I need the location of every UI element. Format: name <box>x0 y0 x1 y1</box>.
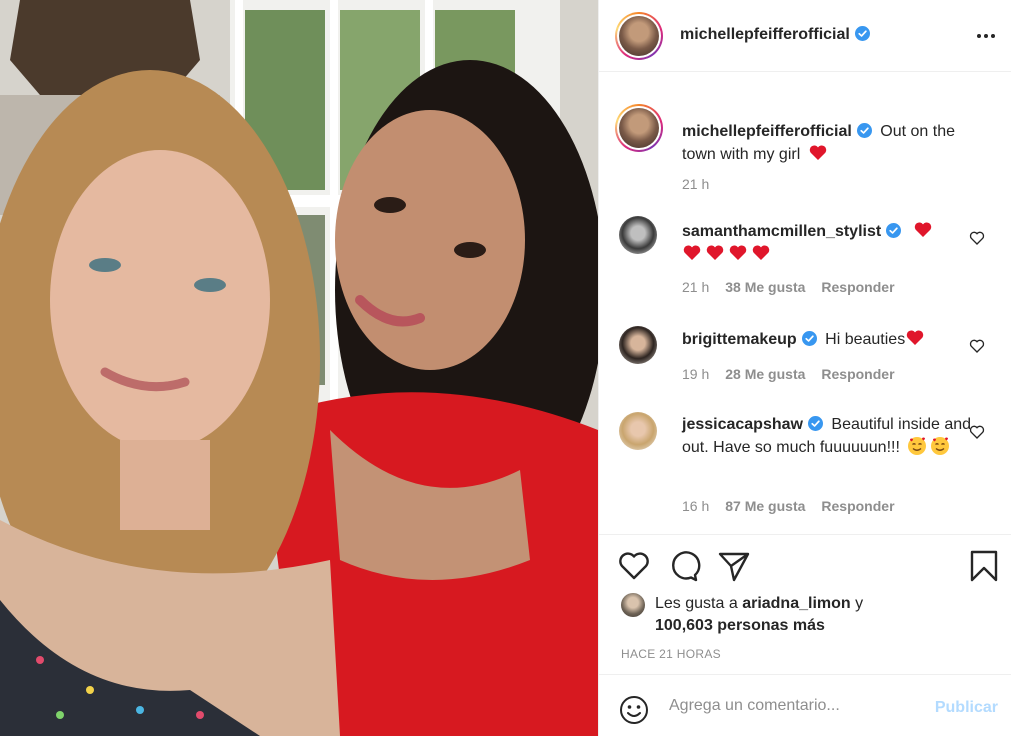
author-avatar[interactable] <box>615 12 663 60</box>
commenter-username[interactable]: brigittemakeup <box>682 331 817 348</box>
verified-badge-icon <box>854 26 870 41</box>
verified-badge-icon <box>886 223 902 238</box>
emoji-picker-icon[interactable] <box>619 695 649 725</box>
commenter-username[interactable]: samanthamcmillen_stylist <box>682 223 902 240</box>
selfie-illustration <box>0 0 598 736</box>
like-comment-heart-icon[interactable] <box>969 338 985 354</box>
smiling-face-with-hearts-emoji-icon <box>908 437 927 455</box>
comment-meta: 19 h 28 Me gusta Responder <box>682 366 895 382</box>
add-comment-bar: Publicar <box>599 674 1011 736</box>
red-heart-emoji-icon <box>683 245 701 260</box>
post-photo[interactable] <box>0 0 598 736</box>
publish-button[interactable]: Publicar <box>935 699 998 717</box>
verified-badge-icon <box>807 416 823 431</box>
caption-avatar[interactable] <box>615 104 663 152</box>
comment-meta: 21 h 38 Me gusta Responder <box>682 279 895 295</box>
post-timestamp[interactable]: HACE 21 HORAS <box>621 647 721 661</box>
caption-time: 21 h <box>682 176 710 192</box>
comment-text-block: brigittemakeup Hi beauties <box>682 328 982 351</box>
red-heart-emoji-icon <box>914 222 931 237</box>
red-heart-emoji-icon <box>729 245 747 260</box>
comment-item: samanthamcmillen_stylist 21 h 38 Me gusta… <box>615 216 1000 296</box>
save-bookmark-icon[interactable] <box>967 549 1001 583</box>
commenter-username[interactable]: jessicacapshaw <box>682 416 823 433</box>
liker-avatar[interactable] <box>621 593 645 617</box>
reply-button[interactable]: Responder <box>821 366 894 382</box>
caption-username[interactable]: michellepfeifferofficial <box>682 123 872 140</box>
like-heart-icon[interactable] <box>617 549 651 583</box>
verified-badge-icon <box>801 331 817 346</box>
red-heart-emoji-icon <box>752 245 770 260</box>
post-header: michellepfeifferofficial <box>599 0 1011 72</box>
comment-input[interactable] <box>669 697 919 715</box>
comment-text-block: samanthamcmillen_stylist <box>682 220 982 266</box>
caption-comment: michellepfeifferofficial Out on the town… <box>615 104 1000 192</box>
comment-text: Hi beauties <box>825 331 906 348</box>
post-actions: Les gusta a ariadna_limon y 100,603 pers… <box>599 534 1011 664</box>
caption-text-block: michellepfeifferofficial Out on the town… <box>682 121 982 166</box>
comment-item: jessicacapshaw Beautiful inside and out.… <box>615 412 1000 522</box>
comment-time: 16 h <box>682 498 710 514</box>
verified-badge-icon <box>856 123 872 138</box>
comments-list[interactable]: michellepfeifferofficial Out on the town… <box>599 72 1011 534</box>
comment-meta: 16 h 87 Me gusta Responder <box>682 498 895 514</box>
likes-count[interactable]: 100,603 personas más <box>655 615 825 637</box>
liker-username[interactable]: ariadna_limon <box>742 595 850 612</box>
red-heart-emoji-icon <box>706 245 724 260</box>
red-heart-emoji-icon <box>809 145 826 160</box>
commenter-avatar[interactable] <box>619 216 657 254</box>
commenter-avatar[interactable] <box>619 412 657 450</box>
author-username[interactable]: michellepfeifferofficial <box>680 26 870 44</box>
post-sidebar: michellepfeifferofficial michellepfeiffe… <box>598 0 1011 736</box>
red-heart-emoji-icon <box>906 330 924 345</box>
like-comment-heart-icon[interactable] <box>969 230 985 246</box>
reply-button[interactable]: Responder <box>821 498 894 514</box>
reply-button[interactable]: Responder <box>821 279 894 295</box>
comment-text-block: jessicacapshaw Beautiful inside and out.… <box>682 414 972 459</box>
more-options-icon[interactable] <box>976 26 996 46</box>
comment-item: brigittemakeup Hi beauties 19 h 28 Me gus… <box>615 326 1000 390</box>
like-comment-heart-icon[interactable] <box>969 424 985 440</box>
comment-likes-count[interactable]: 38 Me gusta <box>725 279 805 295</box>
comment-time: 19 h <box>682 366 710 382</box>
share-paper-plane-icon[interactable] <box>717 549 751 583</box>
smiling-face-with-hearts-emoji-icon <box>931 437 950 455</box>
commenter-avatar[interactable] <box>619 326 657 364</box>
comment-likes-count[interactable]: 87 Me gusta <box>725 498 805 514</box>
comment-time: 21 h <box>682 279 710 295</box>
comment-likes-count[interactable]: 28 Me gusta <box>725 366 805 382</box>
comment-bubble-icon[interactable] <box>667 549 701 583</box>
